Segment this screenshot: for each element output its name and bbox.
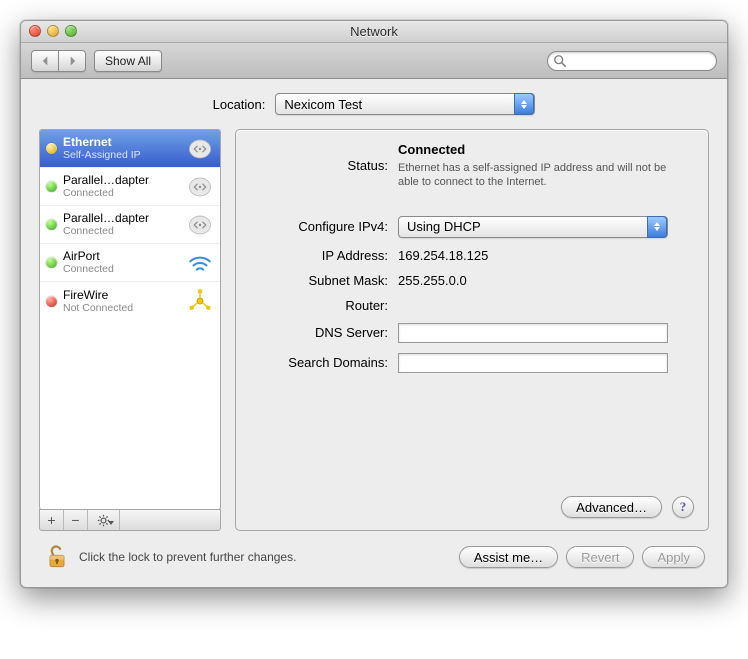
subnet-value: 255.255.0.0 bbox=[398, 273, 690, 288]
lock-text: Click the lock to prevent further change… bbox=[79, 550, 296, 564]
chevron-right-icon bbox=[68, 56, 77, 66]
services-list[interactable]: Ethernet Self-Assigned IP Parallel…dapte… bbox=[39, 129, 221, 510]
revert-button[interactable]: Revert bbox=[566, 546, 634, 568]
action-menu-button[interactable] bbox=[88, 510, 120, 530]
network-preferences-window: Network Show All Location: Nexicom Test bbox=[20, 20, 728, 588]
ethernet-icon bbox=[186, 173, 214, 201]
services-sidebar: Ethernet Self-Assigned IP Parallel…dapte… bbox=[39, 129, 221, 531]
search-input[interactable] bbox=[547, 51, 717, 71]
service-status: Connected bbox=[63, 263, 182, 276]
toolbar: Show All bbox=[21, 43, 727, 79]
subnet-label: Subnet Mask: bbox=[248, 273, 398, 288]
service-status: Connected bbox=[63, 187, 182, 200]
detail-pane: Status: Connected Ethernet has a self-as… bbox=[235, 129, 709, 531]
minimize-window-button[interactable] bbox=[47, 25, 59, 37]
forward-button[interactable] bbox=[58, 50, 86, 72]
ethernet-icon bbox=[186, 135, 214, 163]
status-dot-icon bbox=[46, 296, 57, 307]
back-button[interactable] bbox=[31, 50, 59, 72]
chevron-down-icon bbox=[108, 521, 114, 525]
select-stepper-icon bbox=[514, 93, 534, 115]
dns-server-input[interactable] bbox=[398, 323, 668, 343]
configure-ipv4-value: Using DHCP bbox=[407, 219, 481, 234]
add-service-button[interactable]: + bbox=[40, 510, 64, 530]
status-dot-icon bbox=[46, 143, 57, 154]
window-controls bbox=[29, 25, 77, 37]
titlebar: Network bbox=[21, 21, 727, 43]
sidebar-item-parallels-2[interactable]: Parallel…dapter Connected bbox=[40, 206, 220, 244]
service-name: Parallel…dapter bbox=[63, 173, 182, 187]
sidebar-item-airport[interactable]: AirPort Connected bbox=[40, 244, 220, 282]
router-label: Router: bbox=[248, 298, 398, 313]
window-title: Network bbox=[350, 24, 398, 39]
help-button[interactable]: ? bbox=[672, 496, 694, 518]
service-status: Self-Assigned IP bbox=[63, 149, 182, 162]
service-status: Connected bbox=[63, 225, 182, 238]
search-wrap bbox=[547, 51, 717, 71]
location-select[interactable]: Nexicom Test bbox=[275, 93, 535, 115]
status-description: Ethernet has a self-assigned IP address … bbox=[398, 161, 688, 190]
service-status: Not Connected bbox=[63, 302, 182, 315]
service-name: Parallel…dapter bbox=[63, 211, 182, 225]
service-name: AirPort bbox=[63, 249, 182, 263]
zoom-window-button[interactable] bbox=[65, 25, 77, 37]
search-domains-input[interactable] bbox=[398, 353, 668, 373]
search-domains-label: Search Domains: bbox=[248, 355, 398, 370]
footer: Click the lock to prevent further change… bbox=[39, 531, 709, 573]
unlocked-lock-icon bbox=[43, 543, 71, 571]
location-label: Location: bbox=[213, 97, 266, 112]
configure-ipv4-select[interactable]: Using DHCP bbox=[398, 216, 668, 238]
dns-label: DNS Server: bbox=[248, 325, 398, 340]
ip-label: IP Address: bbox=[248, 248, 398, 263]
status-label: Status: bbox=[248, 158, 398, 173]
status-dot-icon bbox=[46, 257, 57, 268]
nav-group bbox=[31, 50, 86, 72]
wifi-icon bbox=[186, 249, 214, 277]
body: Location: Nexicom Test Ethernet Self-Ass… bbox=[21, 79, 727, 587]
show-all-button[interactable]: Show All bbox=[94, 50, 162, 72]
sidebar-item-ethernet[interactable]: Ethernet Self-Assigned IP bbox=[40, 130, 220, 168]
location-value: Nexicom Test bbox=[284, 97, 362, 112]
sidebar-item-parallels-1[interactable]: Parallel…dapter Connected bbox=[40, 168, 220, 206]
remove-service-button[interactable]: − bbox=[64, 510, 88, 530]
status-value: Connected bbox=[398, 142, 690, 157]
firewire-icon bbox=[186, 287, 214, 315]
status-dot-icon bbox=[46, 181, 57, 192]
chevron-left-icon bbox=[41, 56, 50, 66]
location-row: Location: Nexicom Test bbox=[39, 93, 709, 115]
sidebar-toolbar: + − bbox=[39, 509, 221, 531]
ethernet-icon bbox=[186, 211, 214, 239]
assist-me-button[interactable]: Assist me… bbox=[459, 546, 558, 568]
lock-area[interactable]: Click the lock to prevent further change… bbox=[43, 543, 296, 571]
close-window-button[interactable] bbox=[29, 25, 41, 37]
service-name: FireWire bbox=[63, 288, 182, 302]
service-name: Ethernet bbox=[63, 135, 182, 149]
select-stepper-icon bbox=[647, 216, 667, 238]
search-icon bbox=[553, 54, 567, 68]
configure-label: Configure IPv4: bbox=[248, 219, 398, 234]
advanced-button[interactable]: Advanced… bbox=[561, 496, 662, 518]
status-dot-icon bbox=[46, 219, 57, 230]
apply-button[interactable]: Apply bbox=[642, 546, 705, 568]
sidebar-item-firewire[interactable]: FireWire Not Connected bbox=[40, 282, 220, 320]
ip-value: 169.254.18.125 bbox=[398, 248, 690, 263]
